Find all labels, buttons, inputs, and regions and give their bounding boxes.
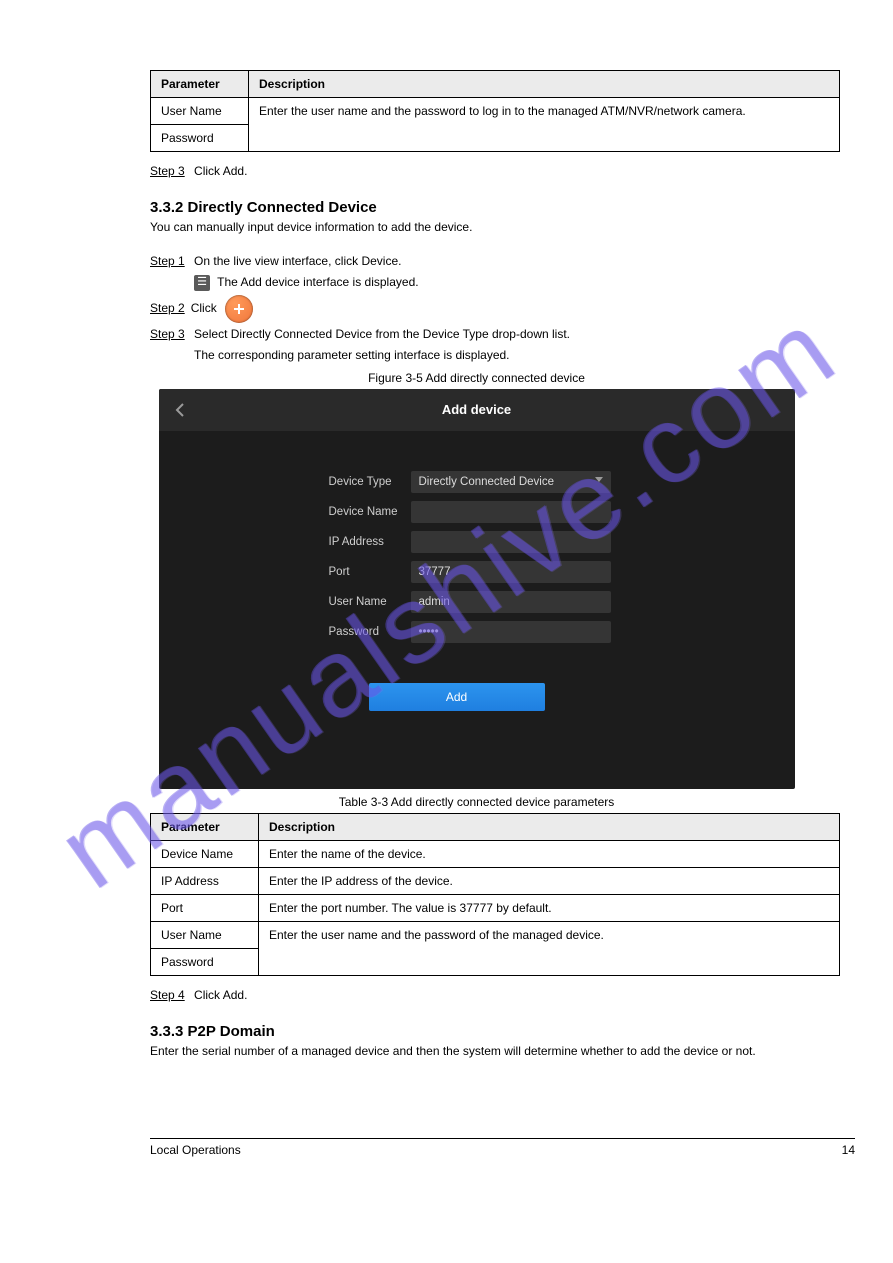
step3-text: Click Add. (194, 164, 247, 178)
table-row: IP Address Enter the IP address of the d… (151, 867, 840, 894)
t2-r3-p: User Name (151, 921, 259, 948)
section-3-3-2-desc: You can manually input device informatio… (150, 220, 803, 234)
footer-right: 14 (842, 1143, 855, 1157)
t1-r1-p: Password (151, 125, 249, 152)
step3-label: Step 3 (150, 164, 185, 178)
input-password[interactable]: ••••• (411, 621, 611, 643)
t2-h-param: Parameter (151, 813, 259, 840)
t2-r4-p: Password (151, 948, 259, 975)
step2a: Step 2 Click (150, 295, 803, 323)
section-3-3-3-desc: Enter the serial number of a managed dev… (150, 1044, 803, 1058)
row-ip-address: IP Address (329, 531, 795, 553)
t2-r0-d: Enter the name of the device. (259, 840, 840, 867)
back-button[interactable] (175, 389, 185, 431)
step4: Step 4 Click Add. (150, 986, 803, 1005)
step1-text2: The Add device interface is displayed. (217, 275, 418, 289)
t2-h-desc: Description (259, 813, 840, 840)
step2b-text: Select Directly Connected Device from th… (194, 327, 570, 341)
label-password: Password (329, 626, 411, 638)
label-device-name: Device Name (329, 506, 411, 518)
t1-h-desc: Description (249, 71, 840, 98)
row-device-type: Device Type Directly Connected Device (329, 471, 795, 493)
param-table-1: Parameter Description User Name Enter th… (150, 70, 840, 152)
step1-label: Step 1 (150, 254, 185, 268)
t2-r0-p: Device Name (151, 840, 259, 867)
step2a-text: Click (191, 299, 217, 318)
label-port: Port (329, 566, 411, 578)
step2a-label: Step 2 (150, 299, 185, 318)
step4-text: Click Add. (194, 988, 247, 1002)
plus-icon (225, 295, 253, 323)
shot-body: Device Type Directly Connected Device De… (159, 431, 795, 711)
t2-r3-d: Enter the user name and the password of … (259, 921, 840, 975)
footer: Local Operations 14 (150, 1138, 855, 1157)
row-password: Password ••••• (329, 621, 795, 643)
label-ip-address: IP Address (329, 536, 411, 548)
t1-h-param: Parameter (151, 71, 249, 98)
table-row: Device Name Enter the name of the device… (151, 840, 840, 867)
step1-text1: On the live view interface, click Device… (194, 254, 401, 268)
table2-caption: Table 3-3 Add directly connected device … (150, 795, 803, 809)
step2b-label: Step 3 (150, 327, 185, 341)
input-port[interactable]: 37777 (411, 561, 611, 583)
param-table-2: Parameter Description Device Name Enter … (150, 813, 840, 976)
input-device-name[interactable] (411, 501, 611, 523)
step2b: Step 3 Select Directly Connected Device … (150, 325, 803, 344)
select-value: Directly Connected Device (419, 476, 555, 488)
figure-caption: Figure 3-5 Add directly connected device (150, 371, 803, 385)
row-port: Port 37777 (329, 561, 795, 583)
t2-r2-p: Port (151, 894, 259, 921)
step2b-cont: The corresponding parameter setting inte… (194, 346, 803, 365)
step4-label: Step 4 (150, 988, 185, 1002)
row-device-name: Device Name (329, 501, 795, 523)
shot-title: Add device (442, 402, 511, 417)
table-row: User Name Enter the user name and the pa… (151, 98, 840, 125)
add-button[interactable]: Add (369, 683, 545, 711)
table-row: Port Enter the port number. The value is… (151, 894, 840, 921)
section-3-3-2-title: 3.3.2 Directly Connected Device (150, 199, 803, 216)
step1-cont: ☰ The Add device interface is displayed. (194, 273, 803, 292)
section-3-3-3-title: 3.3.3 P2P Domain (150, 1023, 803, 1040)
input-ip-address[interactable] (411, 531, 611, 553)
select-device-type[interactable]: Directly Connected Device (411, 471, 611, 493)
label-user-name: User Name (329, 596, 411, 608)
t2-r2-d: Enter the port number. The value is 3777… (259, 894, 840, 921)
step3: Step 3 Click Add. (150, 162, 803, 181)
step1: Step 1 On the live view interface, click… (150, 252, 803, 271)
t2-r1-d: Enter the IP address of the device. (259, 867, 840, 894)
chevron-down-icon (595, 477, 603, 482)
t1-r0-p: User Name (151, 98, 249, 125)
input-user-name[interactable]: admin (411, 591, 611, 613)
label-device-type: Device Type (329, 476, 411, 488)
footer-left: Local Operations (150, 1143, 241, 1157)
add-device-screenshot: Add device Device Type Directly Connecte… (159, 389, 795, 789)
note-icon: ☰ (194, 275, 210, 291)
t1-r0-d: Enter the user name and the password to … (249, 98, 840, 152)
table-row: User Name Enter the user name and the pa… (151, 921, 840, 948)
shot-header: Add device (159, 389, 795, 431)
t2-r1-p: IP Address (151, 867, 259, 894)
row-user-name: User Name admin (329, 591, 795, 613)
